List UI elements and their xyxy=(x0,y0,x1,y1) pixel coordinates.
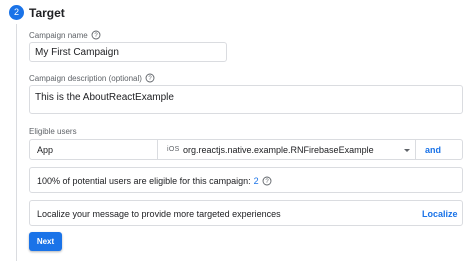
localize-box: Localize your message to provide more ta… xyxy=(29,200,463,226)
eligible-users-label: Eligible users xyxy=(29,127,77,136)
row-divider xyxy=(157,140,158,159)
platform-label: iOS xyxy=(167,146,180,153)
step-title: Target xyxy=(29,6,65,20)
eligible-users-row: App iOS org.reactjs.native.example.RNFir… xyxy=(29,139,463,160)
localize-button[interactable]: Localize xyxy=(422,209,458,219)
localize-text: Localize your message to provide more ta… xyxy=(37,209,281,219)
target-type-select[interactable]: App xyxy=(37,145,53,155)
campaign-name-label: Campaign name xyxy=(29,30,88,40)
next-button[interactable]: Next xyxy=(29,232,62,251)
and-button[interactable]: and xyxy=(425,145,441,155)
eligibility-info-row: 100% of potential users are eligible for… xyxy=(37,176,272,186)
help-circle-icon[interactable]: ? xyxy=(262,176,272,186)
step-number-badge: 2 xyxy=(9,5,24,20)
help-circle-icon[interactable]: ? xyxy=(91,30,101,40)
help-circle-icon[interactable]: ? xyxy=(145,73,155,83)
campaign-name-value: My First Campaign xyxy=(35,46,119,58)
campaign-name-label-row: Campaign name ? xyxy=(29,30,101,40)
app-select[interactable]: org.reactjs.native.example.RNFirebaseExa… xyxy=(183,145,374,155)
step-connector-line xyxy=(16,24,17,261)
eligibility-info-text: 100% of potential users are eligible for… xyxy=(37,176,251,186)
campaign-description-input[interactable]: This is the AboutReactExample xyxy=(29,85,463,114)
campaign-description-value: This is the AboutReactExample xyxy=(35,92,174,103)
eligibility-info-box: 100% of potential users are eligible for… xyxy=(29,167,463,193)
caret-down-icon[interactable] xyxy=(404,149,410,152)
campaign-name-input[interactable]: My First Campaign xyxy=(29,42,227,62)
campaign-description-label: Campaign description (optional) xyxy=(29,73,142,83)
eligible-user-count-link[interactable]: 2 xyxy=(254,176,259,186)
row-divider xyxy=(415,140,416,159)
campaign-description-label-row: Campaign description (optional) ? xyxy=(29,73,155,83)
eligible-users-label-text: Eligible users xyxy=(29,127,77,136)
